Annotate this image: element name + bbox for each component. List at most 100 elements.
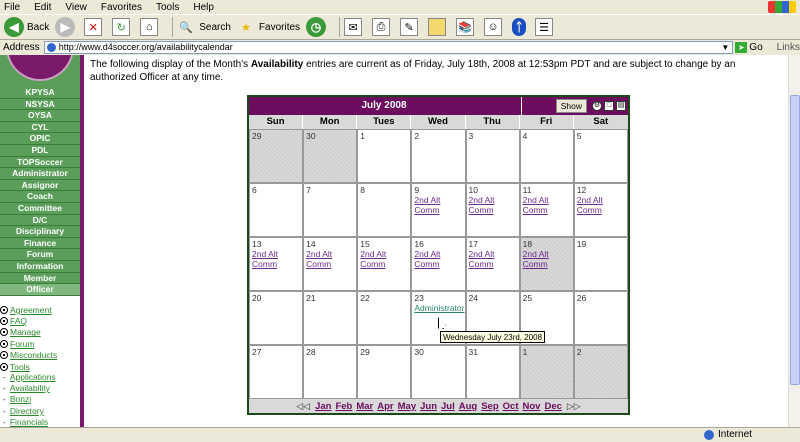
link-misconducts[interactable]: Misconducts	[10, 350, 57, 360]
nav-officer[interactable]: Officer	[0, 284, 80, 296]
availability-entry-link[interactable]: 2nd Alt	[414, 249, 462, 259]
nav-information[interactable]: Information	[0, 260, 80, 273]
nav-committee[interactable]: Committee	[0, 202, 80, 215]
next-year-icon[interactable]: ▷▷	[567, 401, 581, 412]
availability-entry-link[interactable]: Comm	[523, 205, 571, 215]
calendar-day-cell[interactable]: 28	[303, 345, 358, 399]
availability-entry-link[interactable]: Comm	[360, 259, 408, 269]
nav-cyl[interactable]: CYL	[0, 121, 80, 134]
nav-pdl[interactable]: PDL	[0, 144, 80, 157]
availability-entry-link[interactable]: 2nd Alt	[523, 249, 571, 259]
availability-entry-link[interactable]: 2nd Alt	[469, 249, 517, 259]
print-icon[interactable]: ▤	[616, 101, 626, 111]
nav-finance[interactable]: Finance	[0, 237, 80, 250]
mail-button[interactable]: ✉	[344, 18, 366, 36]
vertical-scrollbar[interactable]	[788, 55, 800, 427]
menu-view[interactable]: View	[65, 2, 87, 13]
link-bonzi[interactable]: Bonzi	[10, 394, 31, 404]
calendar-day-cell[interactable]: 1	[357, 129, 412, 183]
nav-opic[interactable]: OPIC	[0, 133, 80, 145]
month-link-dec[interactable]: Dec	[544, 401, 561, 412]
month-link-mar[interactable]: Mar	[356, 401, 373, 412]
availability-entry-link[interactable]: Comm	[306, 259, 354, 269]
availability-entry-link[interactable]: Comm	[523, 259, 571, 269]
scroll-thumb[interactable]	[790, 95, 800, 385]
calendar-day-cell[interactable]: 16 2nd Alt Comm	[411, 237, 466, 291]
prev-year-icon[interactable]: ◁◁	[296, 401, 310, 412]
discuss-button[interactable]: ☰	[535, 18, 557, 36]
forward-button[interactable]: ▶	[55, 17, 78, 37]
availability-entry-link[interactable]: Comm	[469, 205, 517, 215]
back-button[interactable]: ◀ Back	[4, 17, 49, 37]
calendar-day-cell[interactable]: 26	[573, 291, 628, 345]
home-button[interactable]: ⌂	[140, 18, 162, 36]
save-icon[interactable]: □	[604, 101, 614, 111]
nav-assignor[interactable]: Assignor	[0, 179, 80, 192]
calendar-day-cell[interactable]: 5	[573, 129, 628, 183]
availability-entry-link[interactable]: 2nd Alt	[306, 249, 354, 259]
calendar-day-cell[interactable]: 8	[357, 183, 412, 237]
calendar-day-cell[interactable]: 6	[249, 183, 304, 237]
calendar-day-cell[interactable]: 27	[249, 345, 304, 399]
site-logo[interactable]	[0, 55, 80, 87]
calendar-day-cell[interactable]: 9 2nd Alt Comm	[411, 183, 466, 237]
nav-member[interactable]: Member	[0, 272, 80, 285]
month-link-nov[interactable]: Nov	[523, 401, 541, 412]
administrator-entry-link[interactable]: Administrator	[414, 303, 464, 313]
link-forum[interactable]: Forum	[10, 339, 35, 349]
calendar-day-cell[interactable]: 13 2nd Alt Comm	[249, 237, 304, 291]
calendar-day-cell[interactable]: 29	[249, 129, 304, 183]
nav-forum[interactable]: Forum	[0, 249, 80, 261]
link-faq[interactable]: FAQ	[10, 316, 27, 326]
nav-disciplinary[interactable]: Disciplinary	[0, 226, 80, 238]
month-link-may[interactable]: May	[398, 401, 416, 412]
link-manage[interactable]: Manage	[10, 327, 41, 337]
go-button[interactable]: ➤ Go	[735, 41, 763, 53]
research-button[interactable]: 📚	[456, 18, 478, 36]
availability-entry-link[interactable]: Comm	[469, 259, 517, 269]
month-link-apr[interactable]: Apr	[377, 401, 393, 412]
calendar-day-cell[interactable]: 15 2nd Alt Comm	[357, 237, 412, 291]
dropdown-arrow-icon[interactable]: ▼	[721, 43, 729, 52]
address-input[interactable]: http://www.d4soccer.org/availabilitycale…	[43, 40, 734, 54]
availability-entry-link[interactable]: 2nd Alt	[252, 249, 300, 259]
calendar-day-cell[interactable]: 3	[465, 129, 520, 183]
menu-tools[interactable]: Tools	[156, 2, 179, 13]
edit-button[interactable]: ✎	[400, 18, 422, 36]
link-financials[interactable]: Financials	[10, 417, 48, 427]
nav-topsoccer[interactable]: TOPSoccer	[0, 156, 80, 169]
link-directory[interactable]: Directory	[10, 406, 44, 416]
calendar-day-cell[interactable]: 19	[573, 237, 628, 291]
settings-icon[interactable]: ⚙	[592, 101, 602, 111]
calendar-day-cell[interactable]: 20	[249, 291, 304, 345]
calendar-day-cell[interactable]: 21	[303, 291, 358, 345]
bluetooth-button[interactable]: ᛏ	[512, 18, 529, 36]
calendar-day-cell[interactable]: 29	[357, 345, 412, 399]
stop-button[interactable]: ✕	[84, 18, 106, 36]
calendar-day-cell[interactable]: 2	[411, 129, 466, 183]
link-applications[interactable]: Applications	[10, 372, 56, 382]
calendar-day-cell[interactable]: 11 2nd Alt Comm	[519, 183, 574, 237]
calendar-day-cell[interactable]: 18 2nd Alt Comm	[519, 237, 574, 291]
messenger-button[interactable]: ☺	[484, 18, 506, 36]
menu-file[interactable]: File	[4, 2, 20, 13]
menu-edit[interactable]: Edit	[34, 2, 51, 13]
nav-coach[interactable]: Coach	[0, 191, 80, 203]
nav-oysa[interactable]: OYSA	[0, 110, 80, 122]
link-availability[interactable]: Availability	[10, 383, 50, 393]
menu-help[interactable]: Help	[193, 2, 214, 13]
show-button[interactable]: Show	[555, 99, 587, 113]
availability-entry-link[interactable]: 2nd Alt	[577, 195, 625, 205]
availability-entry-link[interactable]: Comm	[414, 259, 462, 269]
calendar-day-cell[interactable]: 31	[465, 345, 520, 399]
folder-button[interactable]	[428, 18, 450, 36]
calendar-day-cell[interactable]: 10 2nd Alt Comm	[465, 183, 520, 237]
month-link-jun[interactable]: Jun	[420, 401, 437, 412]
month-link-oct[interactable]: Oct	[503, 401, 519, 412]
calendar-day-cell[interactable]: 2	[573, 345, 628, 399]
calendar-day-cell[interactable]: 1	[519, 345, 574, 399]
calendar-day-cell[interactable]: 12 2nd Alt Comm	[573, 183, 628, 237]
calendar-day-cell[interactable]: 17 2nd Alt Comm	[465, 237, 520, 291]
month-link-sep[interactable]: Sep	[481, 401, 498, 412]
nav-administrator[interactable]: Administrator	[0, 168, 80, 180]
